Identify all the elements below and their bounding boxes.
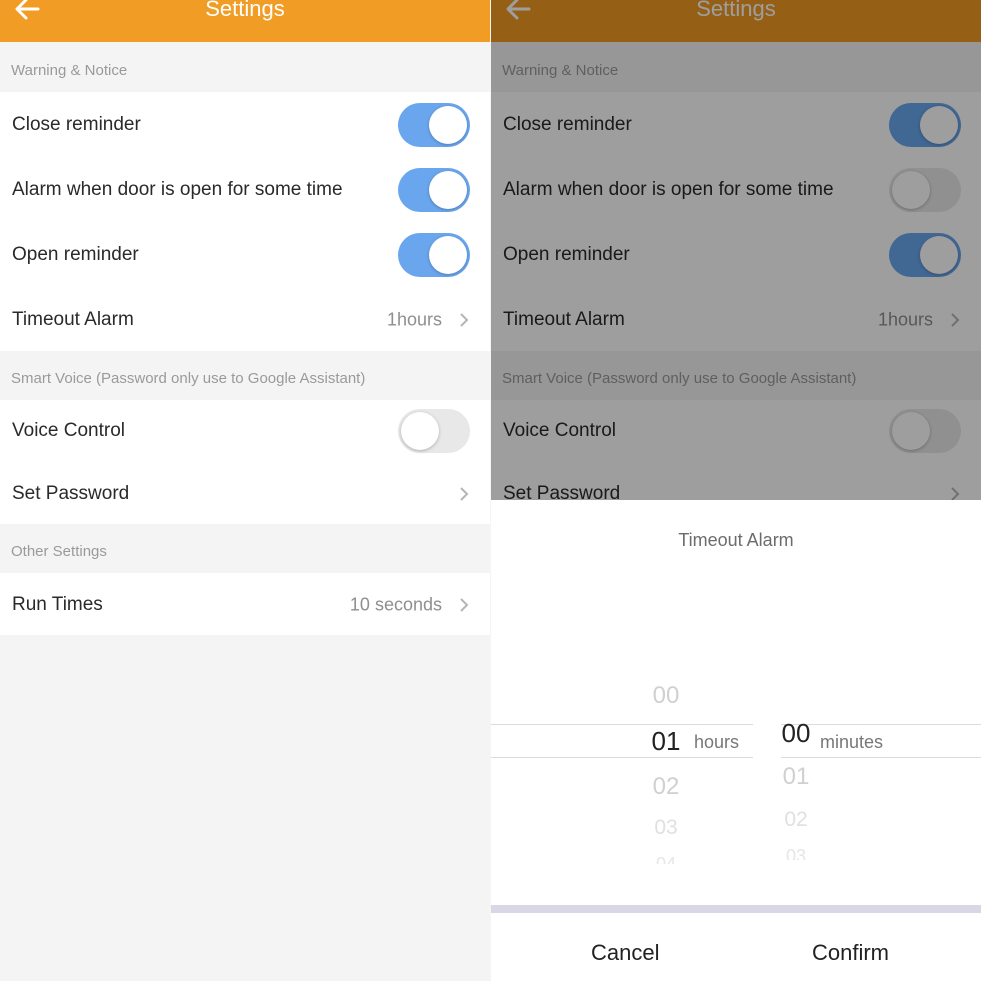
chevron-right-icon: [460, 598, 469, 612]
minutes-selected[interactable]: 00: [776, 718, 816, 749]
hours-selection-line-bottom: [491, 757, 753, 758]
confirm-button[interactable]: Confirm: [812, 940, 889, 966]
app-header: Settings: [0, 0, 490, 42]
toggle-knob: [429, 236, 467, 274]
page-title: Settings: [205, 0, 285, 21]
timeout-alarm-row[interactable]: Timeout Alarm 1hours: [0, 290, 490, 350]
section-smart-voice: Smart Voice (Password only use to Google…: [11, 370, 366, 387]
timeout-alarm-label: Timeout Alarm: [12, 309, 134, 330]
close-reminder-row: Close reminder: [0, 95, 490, 155]
section-warning-notice: Warning & Notice: [11, 62, 128, 79]
hours-option[interactable]: 00: [641, 682, 691, 710]
settings-screen-with-picker: Settings Warning & Notice Close reminder…: [491, 0, 981, 981]
open-reminder-label: Open reminder: [12, 244, 139, 265]
chevron-right-icon: [460, 487, 469, 501]
alarm-door-open-label: Alarm when door is open for some time: [12, 179, 343, 200]
close-reminder-label: Close reminder: [12, 114, 141, 135]
toggle-knob: [429, 106, 467, 144]
cancel-button[interactable]: Cancel: [591, 940, 659, 966]
hours-selected[interactable]: 01: [641, 726, 691, 757]
open-reminder-toggle[interactable]: [398, 233, 470, 277]
set-password-row[interactable]: Set Password: [0, 464, 490, 524]
sheet-divider: [491, 905, 981, 913]
run-times-label: Run Times: [12, 594, 103, 615]
timeout-alarm-picker-sheet: Timeout Alarm 00 01 hours 02 03 04 00 mi…: [491, 500, 981, 981]
run-times-row[interactable]: Run Times 10 seconds: [0, 575, 490, 635]
minutes-unit-label: minutes: [820, 732, 884, 752]
minutes-option[interactable]: 03: [776, 846, 816, 860]
voice-control-row: Voice Control: [0, 401, 490, 461]
minutes-selection-line-bottom: [781, 757, 981, 758]
voice-control-toggle[interactable]: [398, 409, 470, 453]
voice-control-label: Voice Control: [12, 420, 126, 441]
minutes-option[interactable]: 01: [776, 763, 816, 791]
alarm-door-open-toggle[interactable]: [398, 168, 470, 212]
hours-option[interactable]: 03: [641, 816, 691, 840]
timeout-alarm-value: 1hours: [386, 309, 442, 330]
minutes-option[interactable]: 02: [776, 808, 816, 832]
hours-unit-label: hours: [694, 732, 740, 752]
open-reminder-row: Open reminder: [0, 225, 490, 285]
alarm-door-open-row: Alarm when door is open for some time: [0, 160, 490, 220]
hours-option[interactable]: 04: [641, 854, 691, 864]
toggle-knob: [401, 412, 439, 450]
toggle-knob: [429, 171, 467, 209]
chevron-right-icon: [460, 313, 469, 327]
set-password-label: Set Password: [12, 483, 130, 504]
close-reminder-toggle[interactable]: [398, 103, 470, 147]
hours-selection-line-top: [491, 724, 753, 725]
run-times-value: 10 seconds: [349, 594, 442, 615]
settings-screen: Settings Warning & Notice Close reminder…: [0, 0, 490, 981]
hours-option[interactable]: 02: [641, 773, 691, 801]
picker-title: Timeout Alarm: [678, 530, 794, 550]
section-other-settings: Other Settings: [11, 543, 107, 560]
